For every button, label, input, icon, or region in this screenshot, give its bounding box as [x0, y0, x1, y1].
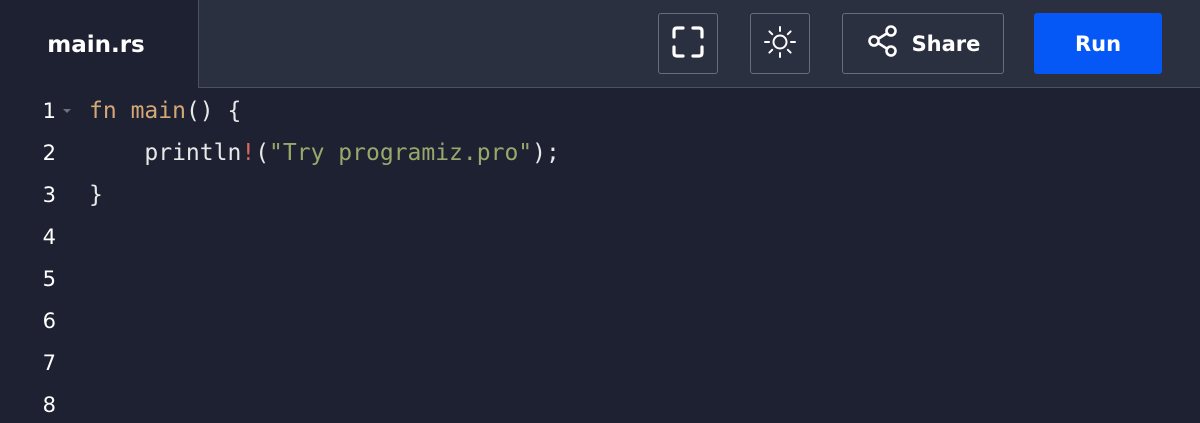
code-line: 7 — [0, 342, 1200, 384]
share-button-label: Share — [911, 31, 981, 56]
code-line: 2 println!("Try programiz.pro"); — [0, 132, 1200, 174]
code-line: 8 — [0, 384, 1200, 423]
file-tab[interactable]: main.rs — [0, 0, 198, 90]
function-name-token: main — [130, 98, 186, 124]
share-icon — [866, 24, 900, 63]
code-text: } — [89, 182, 103, 208]
line-number: 7 — [42, 351, 56, 375]
string-token: "Try programiz.pro" — [269, 140, 533, 166]
fullscreen-icon — [671, 25, 705, 63]
file-tab-label: main.rs — [47, 32, 145, 58]
theme-toggle-button[interactable] — [750, 13, 810, 74]
run-button-label: Run — [1074, 31, 1122, 56]
sun-icon — [763, 25, 797, 63]
top-bar: main.rs Share Run — [0, 0, 1200, 90]
line-number: 2 — [42, 141, 56, 165]
macro-bang-token: ! — [241, 140, 256, 166]
punctuation-token: } — [89, 182, 103, 208]
indent-token — [89, 140, 144, 166]
code-line: 4 — [0, 216, 1200, 258]
line-number: 8 — [42, 393, 56, 417]
code-line: 3 } — [0, 174, 1200, 216]
line-number: 6 — [42, 309, 56, 333]
code-line: 6 — [0, 300, 1200, 342]
code-text: fn main() { — [89, 98, 241, 124]
punctuation-token: ( — [255, 140, 270, 166]
line-number: 1 — [42, 99, 56, 123]
line-number: 4 — [42, 225, 56, 249]
line-number: 5 — [42, 267, 56, 291]
line-number: 3 — [42, 183, 56, 207]
share-button[interactable]: Share — [842, 13, 1004, 74]
code-editor-app: main.rs Share Run 1 fn main() {2 printl… — [0, 0, 1200, 423]
code-text: println!("Try programiz.pro"); — [89, 140, 560, 166]
punctuation-token: ); — [532, 140, 560, 166]
run-button[interactable]: Run — [1034, 13, 1162, 74]
fold-arrow-icon[interactable] — [60, 104, 74, 118]
code-line: 5 — [0, 258, 1200, 300]
punctuation-token: () { — [185, 98, 242, 124]
keyword-token: fn — [89, 98, 117, 124]
fullscreen-button[interactable] — [658, 13, 718, 74]
code-line: 1 fn main() { — [0, 90, 1200, 132]
code-editor[interactable]: 1 fn main() { 2 println!("Try programiz.… — [0, 90, 1200, 423]
macro-token: println — [144, 140, 242, 166]
